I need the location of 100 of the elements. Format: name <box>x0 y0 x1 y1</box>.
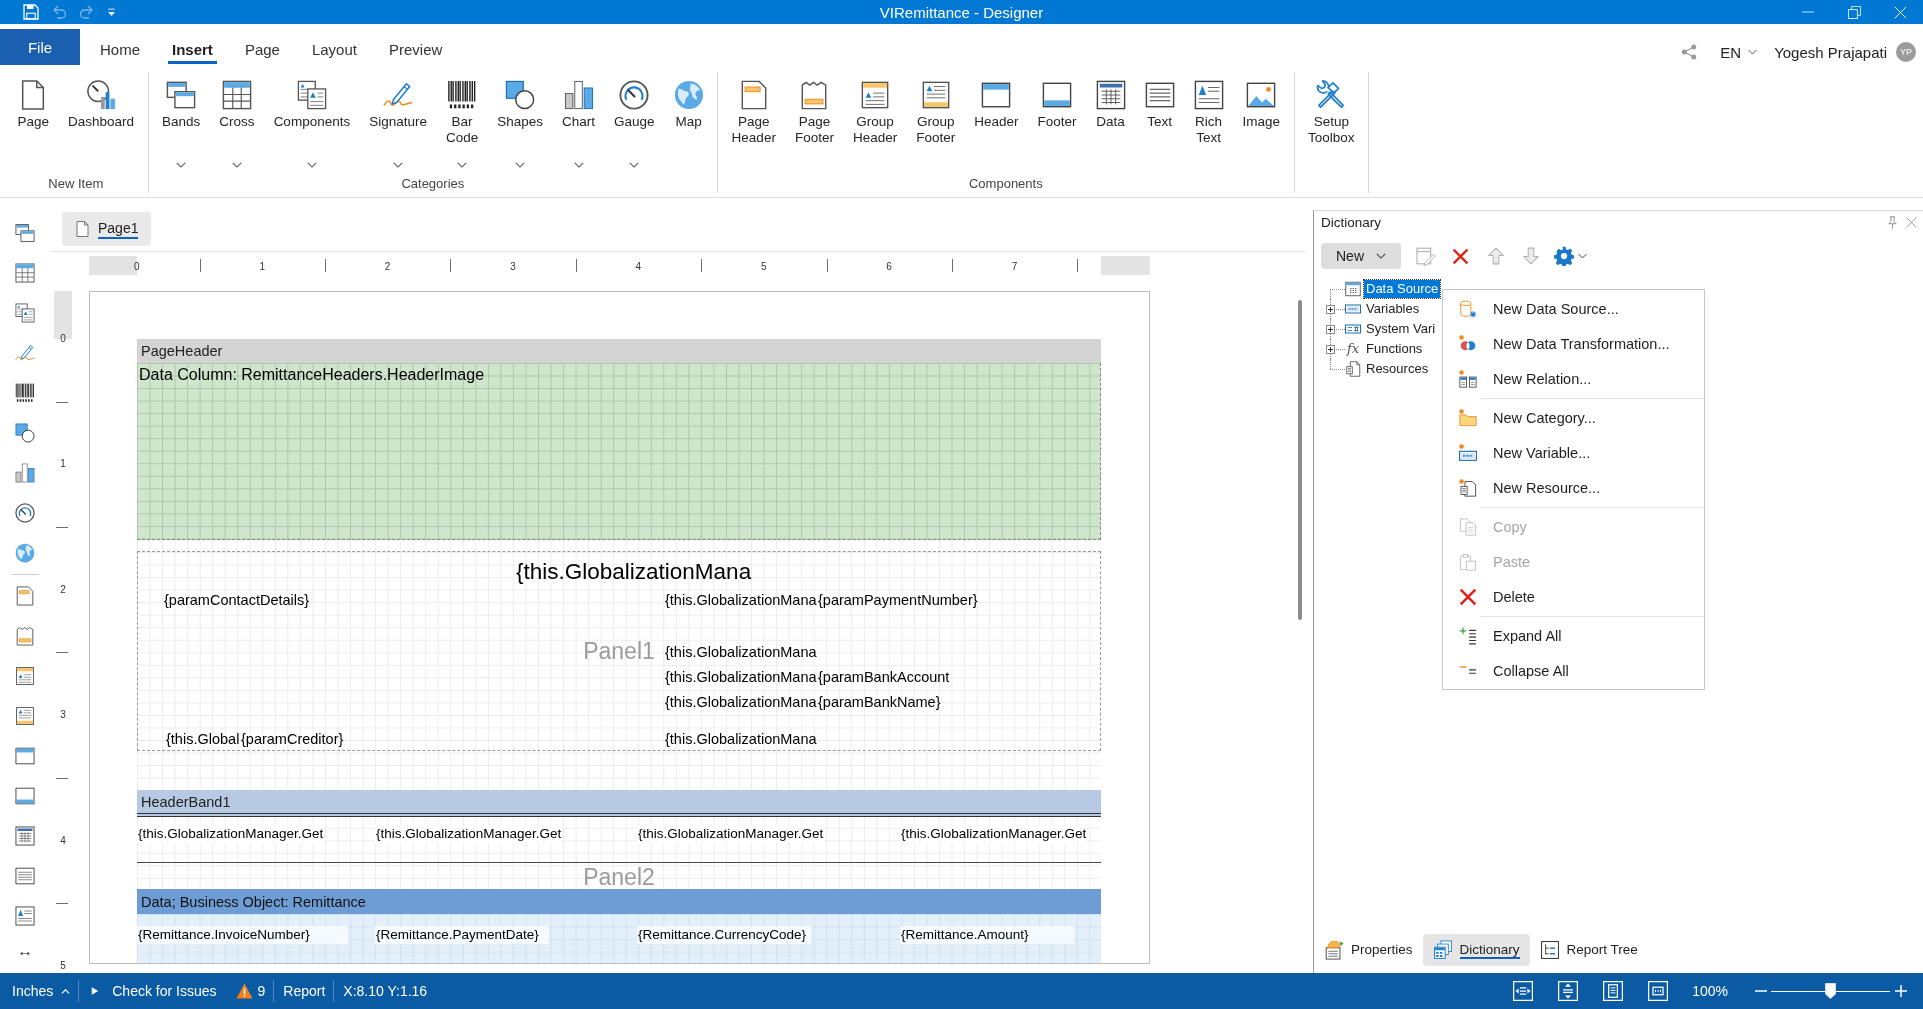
barcode-icon[interactable] <box>15 383 35 403</box>
ribbon-button[interactable]: Group Header <box>843 72 907 172</box>
menu-item[interactable]: New Category... <box>1443 400 1704 435</box>
file-menu-button[interactable]: File <box>0 29 80 65</box>
ribbon-button[interactable]: Text <box>1135 72 1184 172</box>
page-view-icon[interactable] <box>1603 981 1624 1001</box>
tree-item[interactable]: Variables <box>1364 300 1422 318</box>
ribbon-button[interactable]: Header <box>964 72 1028 172</box>
minus-icon[interactable] <box>1755 989 1767 993</box>
tree-item[interactable]: Functions <box>1364 340 1425 358</box>
ribbon-button[interactable]: Image <box>1233 72 1290 172</box>
documents-icon[interactable] <box>15 303 35 323</box>
tree-item[interactable]: Data Source <box>1364 280 1441 298</box>
ribbon-button[interactable]: Components <box>264 72 360 172</box>
menu-item[interactable]: Delete <box>1443 579 1704 614</box>
gauge-icon[interactable] <box>15 503 35 523</box>
customize-caret-icon[interactable] <box>107 7 116 17</box>
ribbon-button[interactable]: Group Footer <box>906 72 965 172</box>
check-issues-button[interactable]: Check for Issues <box>91 983 217 999</box>
menu-item[interactable]: Expand All <box>1443 618 1704 653</box>
panel-tab[interactable]: Report Tree <box>1529 934 1648 966</box>
menu-item[interactable]: New Data Transformation... <box>1443 326 1704 361</box>
ribbon-tab[interactable]: Page <box>228 31 296 67</box>
pin-icon[interactable] <box>1887 216 1898 229</box>
fit-width-icon[interactable] <box>1513 981 1534 1001</box>
ribbon-tab[interactable]: Preview <box>372 31 459 67</box>
save-icon[interactable] <box>23 4 39 20</box>
fit-height-icon[interactable] <box>1558 981 1579 1001</box>
bar-chart-icon[interactable] <box>15 463 35 483</box>
share-icon[interactable] <box>1681 44 1698 60</box>
ribbon-button[interactable]: Setup Toolbox <box>1298 72 1365 172</box>
text-component: {this.GlobalizationMana <box>664 643 818 661</box>
table-grid-icon[interactable] <box>15 826 35 846</box>
ruler-label: 1 <box>259 260 265 274</box>
variable-icon <box>1459 443 1477 462</box>
globe-icon[interactable] <box>15 543 35 563</box>
double-arrow-icon[interactable] <box>20 950 30 956</box>
ruler-label: 4 <box>59 834 67 847</box>
ribbon-button[interactable]: Dashboard <box>58 72 144 172</box>
close-icon[interactable] <box>1906 217 1917 228</box>
ruler-label: 7 <box>1011 260 1018 274</box>
page-tab[interactable]: Page1 <box>62 212 152 246</box>
ribbon-button[interactable]: Bands <box>152 72 210 172</box>
ribbon-button[interactable]: Signature <box>359 72 437 172</box>
ribbon-button[interactable]: Gauge <box>604 72 665 172</box>
stacked-tables-icon <box>1432 940 1453 960</box>
copy-icon <box>1459 517 1477 536</box>
delete-icon[interactable] <box>1452 247 1469 265</box>
document-bottom-band-icon[interactable] <box>15 626 35 646</box>
sheet-top-band-icon[interactable] <box>15 666 35 686</box>
window-top-band-icon[interactable] <box>15 746 35 766</box>
plus-icon[interactable] <box>1895 985 1907 997</box>
ribbon-tab[interactable]: Layout <box>295 31 373 67</box>
plus-box-icon[interactable] <box>1326 304 1335 314</box>
document-top-band-icon[interactable] <box>15 586 35 606</box>
folder-icon <box>1459 408 1477 427</box>
ribbon-button[interactable]: Page Footer <box>785 72 844 172</box>
ruler-label: 3 <box>59 709 67 722</box>
ribbon-button[interactable]: Page Header <box>722 72 786 172</box>
formatted-text-icon[interactable] <box>15 906 35 926</box>
ribbon-button[interactable]: Footer <box>1028 72 1086 172</box>
plus-box-icon[interactable] <box>1326 344 1335 354</box>
new-button[interactable]: New <box>1321 243 1401 269</box>
ribbon-tab[interactable]: Home <box>84 31 156 67</box>
table-icon[interactable] <box>15 263 35 283</box>
menu-item[interactable]: New Relation... <box>1443 361 1704 396</box>
menu-item[interactable]: New Variable... <box>1443 435 1704 470</box>
ribbon-button[interactable]: Map <box>664 72 714 172</box>
plus-box-icon[interactable] <box>1326 324 1335 334</box>
ribbon-button[interactable]: Bar Code <box>436 72 488 172</box>
actual-size-icon[interactable] <box>1648 981 1669 1001</box>
shapes-icon[interactable] <box>15 423 35 443</box>
restore-icon[interactable] <box>1847 5 1861 19</box>
stacked-windows-icon[interactable] <box>15 223 35 243</box>
ruler-label: 2 <box>384 260 391 274</box>
tree-item[interactable]: System Vari <box>1364 320 1438 338</box>
menu-item[interactable]: New Resource... <box>1443 470 1704 505</box>
user-name[interactable]: Yogesh Prajapati <box>1774 43 1887 61</box>
pen-icon[interactable] <box>15 343 35 363</box>
panel-tab[interactable]: Properties <box>1314 934 1423 966</box>
sheet-bottom-band-icon[interactable] <box>15 706 35 726</box>
scrollbar-thumb[interactable] <box>1298 300 1302 620</box>
panel-tab[interactable]: Dictionary <box>1422 934 1530 966</box>
text-lines-icon[interactable] <box>15 866 35 886</box>
ribbon-button[interactable]: Cross <box>209 72 265 172</box>
ribbon-button[interactable]: Rich Text <box>1184 72 1233 172</box>
zoom-slider-handle[interactable] <box>1825 983 1836 999</box>
tree-item[interactable]: Resources <box>1364 360 1431 378</box>
window-bottom-band-icon[interactable] <box>15 786 35 806</box>
language-selector[interactable]: EN <box>1720 43 1758 61</box>
menu-item[interactable]: Collapse All <box>1443 653 1704 688</box>
ribbon-button[interactable]: Data <box>1086 72 1135 172</box>
ribbon-button[interactable]: Chart <box>552 72 605 172</box>
ribbon-button[interactable]: Page <box>8 72 59 172</box>
menu-item[interactable]: New Data Source... <box>1443 291 1704 326</box>
settings-icon[interactable] <box>1554 246 1574 266</box>
ribbon-button[interactable]: Shapes <box>487 72 553 172</box>
units-dropdown[interactable]: Inches <box>12 983 71 999</box>
chevron-down-icon[interactable] <box>1578 253 1587 259</box>
table-grid-icon <box>1095 80 1126 110</box>
